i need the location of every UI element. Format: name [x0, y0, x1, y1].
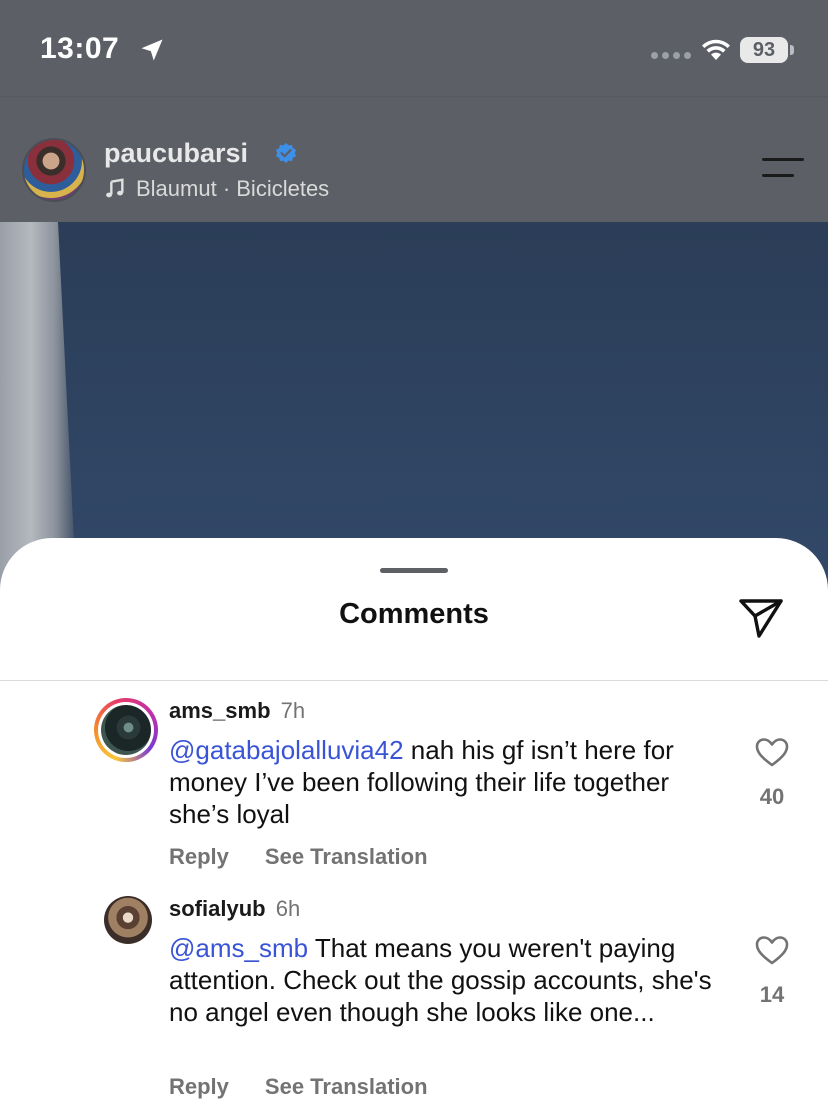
header-divider: [0, 96, 828, 97]
like-count: 40: [759, 784, 785, 809]
comment-actions: Reply See Translation: [169, 1074, 428, 1100]
heart-icon[interactable]: [754, 934, 790, 966]
audio-track[interactable]: Blaumut · Bicicletes: [104, 176, 329, 202]
reply-button[interactable]: Reply: [169, 844, 229, 870]
author-username[interactable]: paucubarsi: [104, 138, 248, 169]
comments-title: Comments: [339, 598, 489, 630]
drag-handle[interactable]: [380, 568, 448, 573]
post-header: paucubarsi Blaumut · Bicicletes: [0, 120, 828, 220]
commenter-avatar[interactable]: [104, 896, 152, 944]
music-note-icon: [106, 178, 124, 198]
comment-actions: Reply See Translation: [169, 844, 428, 870]
cellular-signal-icon: [651, 52, 691, 59]
sheet-divider: [0, 680, 828, 681]
status-time: 13:07: [40, 32, 120, 65]
mention-link[interactable]: @gatabajolalluvia42: [169, 735, 404, 765]
comment-age: 6h: [275, 896, 301, 921]
reply-button[interactable]: Reply: [169, 1074, 229, 1100]
heart-icon[interactable]: [754, 736, 790, 768]
wifi-icon: [702, 39, 730, 60]
comment-text: @gatabajolalluvia42 nah his gf isn’t her…: [169, 734, 729, 830]
mention-link[interactable]: @ams_smb: [169, 933, 308, 963]
battery-indicator: 93: [740, 37, 788, 63]
commenter-username[interactable]: sofialyub: [169, 896, 266, 921]
location-arrow-icon: [141, 39, 163, 61]
battery-tip: [790, 45, 794, 55]
see-translation-button[interactable]: See Translation: [265, 844, 428, 870]
verified-badge-icon: [276, 143, 296, 163]
commenter-avatar[interactable]: [101, 705, 151, 755]
instagram-reel-screen: 13:07 93 paucubarsi Blaumut · Bicicletes…: [0, 0, 828, 1116]
comment-meta: ams_smb 7h: [169, 698, 305, 724]
status-bar: 13:07 93: [0, 0, 828, 96]
like-count: 14: [759, 982, 785, 1007]
comment-age: 7h: [280, 698, 306, 723]
comment-meta: sofialyub 6h: [169, 896, 300, 922]
see-translation-button[interactable]: See Translation: [265, 1074, 428, 1100]
menu-icon[interactable]: [762, 156, 804, 182]
commenter-username[interactable]: ams_smb: [169, 698, 271, 723]
author-avatar[interactable]: [22, 138, 86, 202]
comment-text: @ams_smb That means you weren't paying a…: [169, 932, 729, 1028]
share-send-icon[interactable]: [738, 596, 784, 640]
audio-track-label: Blaumut · Bicicletes: [136, 176, 330, 201]
